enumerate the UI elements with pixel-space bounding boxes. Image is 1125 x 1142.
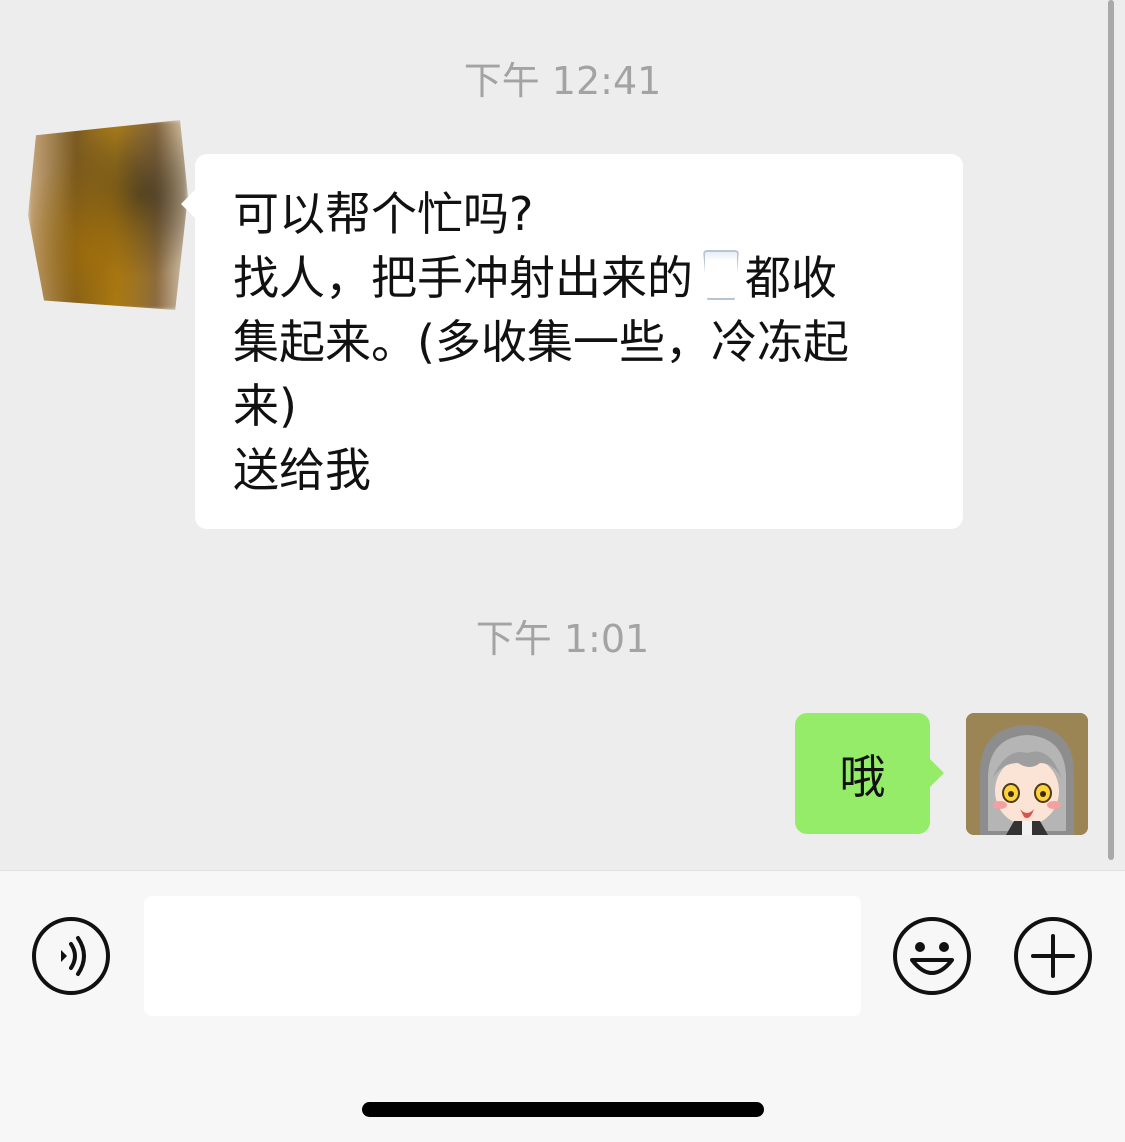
voice-icon[interactable] — [31, 916, 111, 996]
message-text: 找人，把手冲射出来的 — [233, 251, 693, 305]
milk-glass-icon — [703, 250, 739, 300]
message-line: 送给我 — [233, 443, 371, 497]
anime-character-avatar-image — [966, 713, 1088, 835]
plus-icon[interactable] — [1013, 916, 1093, 996]
scrollbar[interactable] — [1108, 0, 1114, 860]
message-line: 集起来。(多收集一些，冷冻起 — [233, 315, 849, 369]
outgoing-message-bubble[interactable]: 哦 — [795, 713, 944, 834]
user-avatar[interactable] — [966, 713, 1088, 835]
timestamp: 下午 12:41 — [463, 59, 662, 103]
chat-area[interactable]: 下午 12:41 可以帮个忙吗? 找人，把手冲射出来的 都收 集起来。(多收集一些… — [0, 0, 1125, 870]
message-text: 哦 — [839, 749, 886, 804]
message-line: 找人，把手冲射出来的 都收 — [233, 246, 927, 310]
input-bar — [0, 870, 1125, 1142]
timestamp: 下午 1:01 — [475, 617, 650, 661]
message-input[interactable] — [144, 896, 861, 1016]
message-text: 都收 — [745, 251, 837, 305]
incoming-message-bubble[interactable]: 可以帮个忙吗? 找人，把手冲射出来的 都收 集起来。(多收集一些，冷冻起 来) 送… — [181, 154, 963, 529]
contact-avatar[interactable] — [28, 120, 188, 310]
home-indicator[interactable] — [362, 1102, 764, 1117]
emoji-icon[interactable] — [892, 916, 972, 996]
message-line: 来) — [233, 379, 297, 433]
message-line: 可以帮个忙吗? — [233, 187, 534, 241]
